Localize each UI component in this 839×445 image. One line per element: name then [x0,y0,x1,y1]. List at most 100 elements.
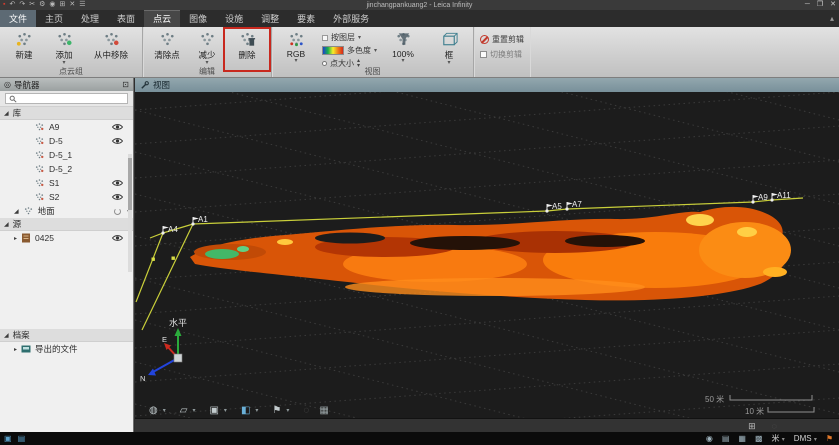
tab-services[interactable]: 外部服务 [324,10,378,27]
orbit-tool-button[interactable]: ◍▾ [149,405,166,416]
tab-file[interactable]: 文件 [0,10,36,27]
status-grid-icon[interactable]: ▦ [738,434,746,443]
toggle-clip-label: 切换剪辑 [490,49,522,60]
orbit-dropdown-icon[interactable]: ▾ [163,407,166,414]
pin-panel-icon[interactable]: ⊡ [122,80,129,89]
eraser-dropdown-icon[interactable]: ▾ [192,407,195,414]
search-input[interactable] [5,93,128,104]
tab-processing[interactable]: 处理 [72,10,108,27]
tree-scrollbar[interactable] [128,154,132,272]
tree-item-d5-1[interactable]: D-5_1 [0,148,133,162]
visibility-eye-icon[interactable] [112,179,123,189]
collapsed-icon[interactable]: ▸ [14,346,17,353]
rgb-dropdown-icon[interactable]: ▾ [294,59,297,64]
ribbon-collapse-icon[interactable]: ▴ [830,10,834,27]
tree-item-ground[interactable]: ◢ 地面 ▾ [0,204,133,218]
navigator-icon: ◎ [4,80,11,89]
cut-icon[interactable]: ✂ [29,0,35,10]
expand-icon[interactable]: ◢ [4,332,9,339]
tree-item-a9[interactable]: A9 [0,120,133,134]
sync-circle-icon: ◌ [772,421,777,431]
status-view-icon[interactable]: ◉ [706,434,713,443]
status-left-icon-2[interactable]: ▤ [18,434,26,443]
tree-item-0425[interactable]: ▸ 0425 [0,231,133,245]
tab-pointcloud[interactable]: 点云 [144,10,180,27]
visibility-eye-icon[interactable] [112,193,123,203]
grid-toggle-button[interactable]: ▦ [319,405,328,416]
visibility-eye-icon[interactable] [112,137,123,147]
gradient-swatch[interactable] [322,46,344,55]
minimize-button[interactable]: ─ [805,0,810,10]
view-cube-dropdown-icon[interactable]: ▾ [224,407,227,414]
new-pointcloud-button[interactable]: 新建 [4,29,44,61]
tree-section-source[interactable]: ◢ 源 [0,218,133,231]
eraser-tool-button[interactable]: ▱▾ [180,405,196,416]
solid-cube-button[interactable]: ◧▾ [241,405,258,416]
marker-label: A5 [552,202,562,211]
tab-home[interactable]: 主页 [36,10,72,27]
loading-spinner-icon [114,208,121,215]
add-view-button[interactable]: ⊞ [748,421,756,432]
tree-item-s2[interactable]: S2 [0,190,133,204]
source-file-icon [21,233,31,243]
notification-flag-icon[interactable]: ⚑ [826,434,833,443]
3d-canvas[interactable]: A4 A1 A5 A7 A9 A11 水平 E [135,92,839,418]
flag-dropdown-icon[interactable]: ▾ [286,407,289,414]
remove-from-button[interactable]: 从中移除 [84,29,138,61]
multicolor-dropdown-icon[interactable]: ▾ [374,47,377,54]
tab-imaging[interactable]: 图像 [180,10,216,27]
expand-icon[interactable]: ◢ [4,221,9,228]
tree-section-archive[interactable]: ◢ 档案 [0,329,133,342]
maximize-button[interactable]: ❐ [817,0,823,10]
toggle-clip-checkbox[interactable]: 切换剪辑 [480,49,524,60]
reset-clip-button[interactable]: 重置剪辑 [480,34,524,45]
tab-surfaces[interactable]: 表面 [108,10,144,27]
list-icon[interactable]: ☰ [79,0,85,10]
tab-infrastructure[interactable]: 设施 [216,10,252,27]
reduce-button[interactable]: 减少 ▾ [187,29,227,66]
rgb-button[interactable]: RGB ▾ [276,29,316,64]
tree-item-d5[interactable]: D-5 [0,134,133,148]
window-icon[interactable]: ⊞ [60,0,66,10]
tree-section-library[interactable]: ◢ 库 [0,107,133,120]
add-pointcloud-button[interactable]: 添加 ▾ [44,29,84,66]
tab-features[interactable]: 要素 [288,10,324,27]
zoom-dropdown-icon[interactable]: ▾ [402,59,405,64]
zoom-percent-button[interactable]: 100% ▾ [383,29,423,64]
pointcloud-item-icon [34,150,45,160]
expand-icon[interactable]: ◢ [14,208,19,215]
scrollbar-thumb[interactable] [128,158,132,210]
visibility-eye-icon[interactable] [112,234,123,244]
solid-cube-dropdown-icon[interactable]: ▾ [255,407,258,414]
redo-icon[interactable]: ↷ [19,0,25,10]
snapshot-icon[interactable]: ◉ [49,0,55,10]
collapsed-icon[interactable]: ▸ [14,235,17,242]
undo-icon[interactable]: ↶ [9,0,15,10]
visibility-eye-icon[interactable] [112,123,123,133]
view-cube-button[interactable]: ▣▾ [209,405,226,416]
angle-format-selector[interactable]: DMS ▾ [794,434,817,443]
angle-dropdown-icon[interactable]: ▾ [814,437,817,443]
tree-item-exported-files[interactable]: ▸ 导出的文件 [0,342,133,356]
tree-item-d5-2[interactable]: D-5_2 [0,162,133,176]
multicolor-label[interactable]: 多色度 [347,45,371,56]
unit-dropdown-icon[interactable]: ▾ [782,437,785,443]
box-button[interactable]: 框 ▾ [429,29,469,66]
status-left-icon-1[interactable]: ▣ [4,434,12,443]
by-layer-dropdown-icon[interactable]: ▾ [358,34,361,41]
flag-tool-button[interactable]: ⚑▾ [272,405,289,416]
expand-icon[interactable]: ◢ [4,110,9,117]
tab-adjustments[interactable]: 调整 [252,10,288,27]
status-doc-icon[interactable]: ▤ [722,434,730,443]
tree-item-s1[interactable]: S1 [0,176,133,190]
unit-selector[interactable]: 米 ▾ [772,433,785,444]
group-label-pointcloud: 点云组 [0,66,142,77]
by-layer-label[interactable]: 按图层 [331,32,355,43]
close-doc-icon[interactable]: ✕ [69,0,75,10]
delete-button[interactable]: 删除 [227,29,267,61]
view-header[interactable]: 视图 [135,78,839,92]
settings-icon[interactable]: ⚙ [39,0,45,10]
status-table-icon[interactable]: ▩ [755,434,763,443]
clear-points-button[interactable]: 清除点 [147,29,187,61]
close-button[interactable]: ✕ [830,0,836,10]
